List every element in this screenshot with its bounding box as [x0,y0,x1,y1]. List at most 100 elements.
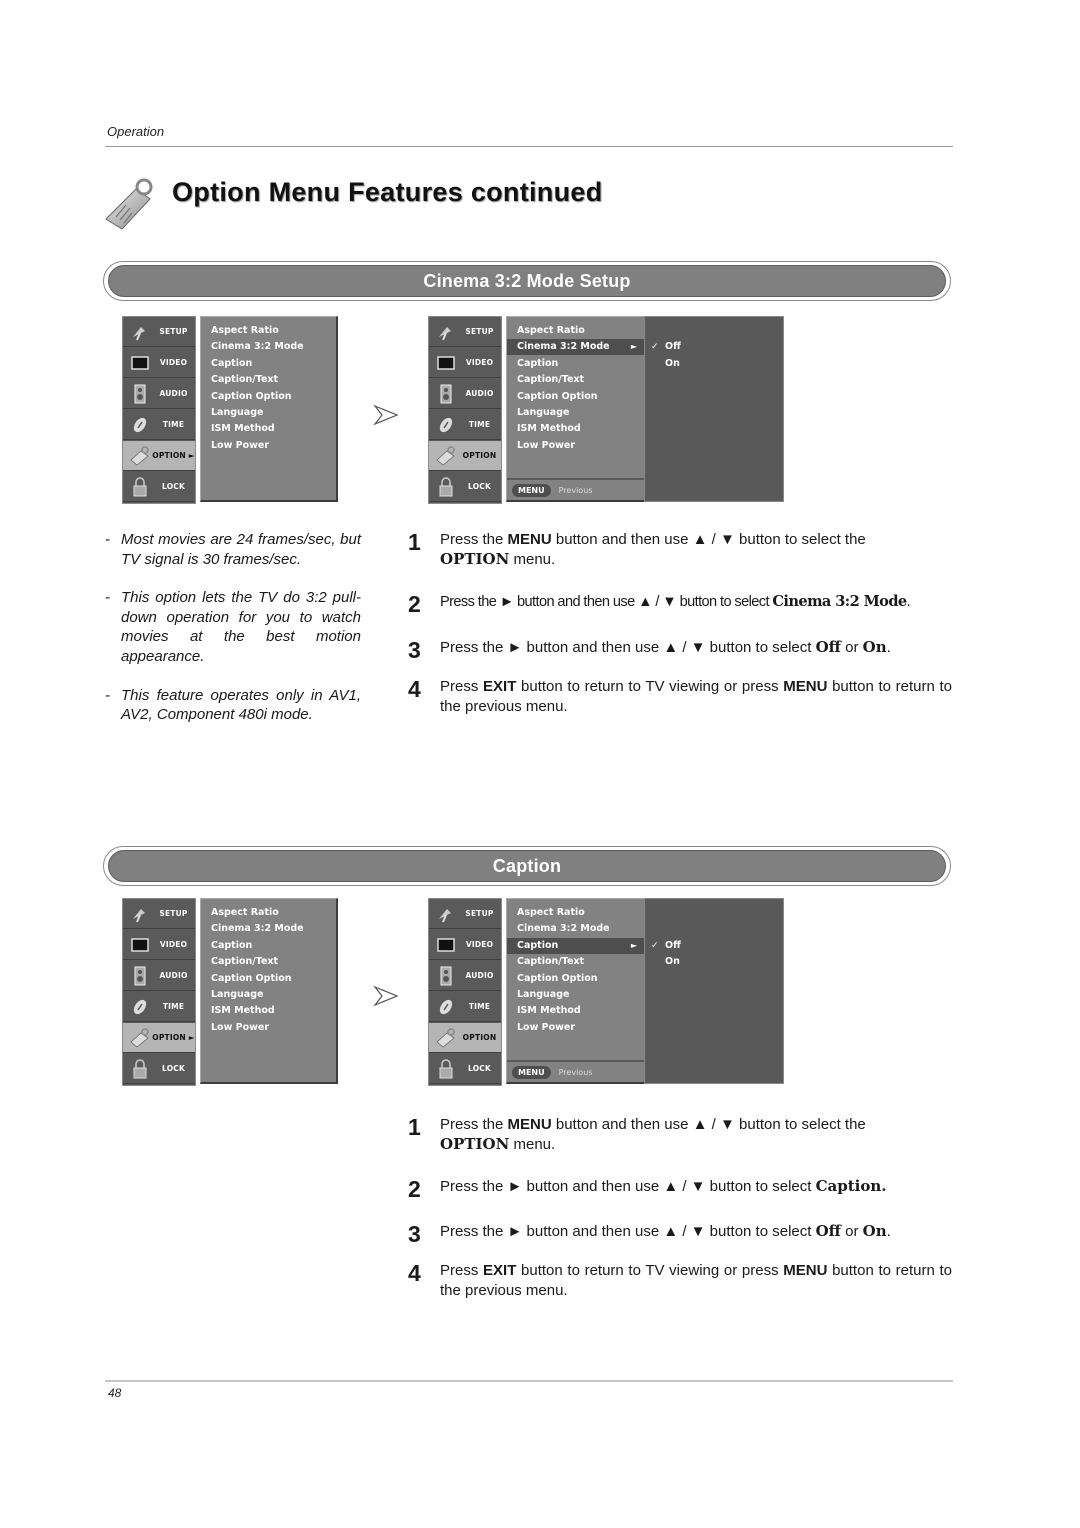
osd-menu-item[interactable]: Caption ► [507,937,645,954]
option-tag-icon [128,1027,152,1048]
osd-menu-item[interactable]: Low Power [201,438,336,454]
osd-menu-item[interactable]: Language [201,405,336,421]
osd-sidebar-label: LOCK [161,482,185,491]
osd-sidebar-item[interactable]: OPTION [429,441,501,471]
step-item: 3 Press the ► button and then use ▲ / ▼ … [408,1220,891,1247]
padlock-icon [434,1058,458,1079]
step-number: 1 [408,529,421,555]
osd-menu-item[interactable]: Caption [507,356,645,372]
osd-menu-item[interactable]: Low Power [201,1020,336,1036]
clock-icon [128,415,152,435]
osd-menu-item[interactable]: Aspect Ratio [507,905,645,921]
osd-sidebar-item[interactable]: SETUP [123,899,195,929]
section-title: Cinema 3:2 Mode Setup [423,270,631,291]
step-number: 3 [408,1220,421,1247]
step-item: 4 Press EXIT button to return to TV view… [408,676,952,715]
osd-sidebar: SETUP VIDEO AUDIO TIME OPTION LOCK [428,898,502,1086]
osd-sidebar-item[interactable]: VIDEO [123,930,195,960]
osd-submenu-option[interactable]: Off [665,341,681,352]
check-icon: ✓ [651,341,659,352]
osd-sidebar-item[interactable]: LOCK [123,1054,195,1084]
osd-sidebar-item[interactable]: OPTION ► [123,441,195,471]
osd-main-list: Aspect Ratio Cinema 3:2 Mode Caption Captio… [200,316,338,502]
osd-menu-item[interactable]: Low Power [507,438,645,454]
osd-sidebar-item[interactable]: SETUP [429,899,501,929]
osd-sidebar-item[interactable]: LOCK [429,1054,501,1084]
osd-menu-item[interactable]: Caption/Text [507,372,645,388]
osd-sidebar-item[interactable]: TIME [429,410,501,440]
osd-sidebar-item[interactable]: TIME [123,410,195,440]
satellite-dish-icon [434,904,458,924]
step-item: 1 Press the MENU button and then use ▲ /… [408,1114,866,1153]
osd-menu-item[interactable]: Cinema 3:2 Mode [201,921,336,937]
osd-menu-item[interactable]: Aspect Ratio [507,323,645,339]
osd-sidebar-item[interactable]: SETUP [123,317,195,347]
osd-menu-item[interactable]: Aspect Ratio [201,323,336,339]
osd-sidebar-label: VIDEO [159,940,188,949]
clock-icon [128,997,152,1017]
menu-button-hint[interactable]: MENU [512,483,551,497]
footer-divider [105,1380,953,1382]
osd-submenu-option[interactable]: On [665,358,680,369]
osd-submenu: ✓ Off On [644,316,784,502]
osd-menu-item[interactable]: Caption Option [201,389,336,405]
osd-sidebar-label: OPTION [462,451,497,460]
screen-icon [128,935,152,955]
osd-sidebar-item[interactable]: AUDIO [429,379,501,409]
osd-sidebar-item[interactable]: TIME [123,992,195,1022]
note-item: - Most movies are 24 frames/sec, but TV s… [105,531,361,568]
osd-menu-item[interactable]: Low Power [507,1020,645,1036]
osd-menu-item[interactable]: Language [201,987,336,1003]
step-number: 4 [408,676,421,703]
osd-menu-item[interactable]: Cinema 3:2 Mode [201,339,336,355]
clock-icon [434,997,458,1017]
option-tag-icon [434,445,458,466]
osd-menu-item[interactable]: Cinema 3:2 Mode [507,921,645,937]
osd-sidebar-item[interactable]: AUDIO [429,961,501,991]
osd-menu-item[interactable]: ISM Method [201,1003,336,1019]
osd-menu-item[interactable]: ISM Method [201,421,336,437]
osd-menu-item[interactable]: Caption/Text [507,954,645,970]
section-header-cinema: Cinema 3:2 Mode Setup [103,261,951,301]
note-item: - This option lets the TV do 3:2 pull-dow… [105,589,361,665]
osd-sidebar-label: LOCK [161,1064,185,1073]
osd-sidebar-item[interactable]: VIDEO [429,930,501,960]
osd-menu-item[interactable]: Caption/Text [201,954,336,970]
menu-button-hint[interactable]: MENU [512,1065,551,1079]
osd-sidebar: SETUP VIDEO AUDIO TIME OPTION ► LOCK [122,316,196,504]
osd-menu-item[interactable]: Aspect Ratio [201,905,336,921]
osd-menu-item[interactable]: ISM Method [507,1003,645,1019]
osd-sidebar-item[interactable]: LOCK [123,472,195,502]
osd-sidebar-item[interactable]: LOCK [429,472,501,502]
osd-sidebar-item[interactable]: VIDEO [123,348,195,378]
screen-icon [434,935,458,955]
osd-sidebar-item[interactable]: TIME [429,992,501,1022]
osd-menu-item[interactable]: Cinema 3:2 Mode ► [507,339,645,356]
speaker-icon [434,966,458,986]
osd-sidebar-label: SETUP [465,909,494,918]
osd-menu-item[interactable]: Caption [201,356,336,372]
osd-sidebar-item[interactable]: OPTION ► [123,1023,195,1053]
steps-list-cinema: 1 Press the MENU button and then use ▲ /… [408,529,952,717]
osd-menu-item[interactable]: Caption Option [507,389,645,405]
step-item: 2 Press the ► button and then use ▲ / ▼ … [408,591,911,618]
osd-sidebar-label: TIME [162,1002,185,1011]
section-title: Caption [492,855,562,876]
osd-menu-item[interactable]: ISM Method [507,421,645,437]
osd-sidebar: SETUP VIDEO AUDIO TIME OPTION LOCK [428,316,502,504]
osd-menu-item[interactable]: Caption Option [507,971,645,987]
osd-menu-item[interactable]: Caption/Text [201,372,336,388]
osd-menu-item[interactable]: Caption Option [201,971,336,987]
osd-submenu-option[interactable]: Off [665,940,681,951]
padlock-icon [434,476,458,497]
osd-sidebar-item[interactable]: AUDIO [123,961,195,991]
osd-submenu-option[interactable]: On [665,956,680,967]
osd-menu-item[interactable]: Caption [201,938,336,954]
osd-sidebar-item[interactable]: VIDEO [429,348,501,378]
osd-sidebar-item[interactable]: SETUP [429,317,501,347]
osd-menu-item[interactable]: Language [507,405,645,421]
osd-menu-item[interactable]: Language [507,987,645,1003]
step-number: 4 [408,1260,421,1287]
osd-sidebar-item[interactable]: AUDIO [123,379,195,409]
osd-sidebar-item[interactable]: OPTION [429,1023,501,1053]
